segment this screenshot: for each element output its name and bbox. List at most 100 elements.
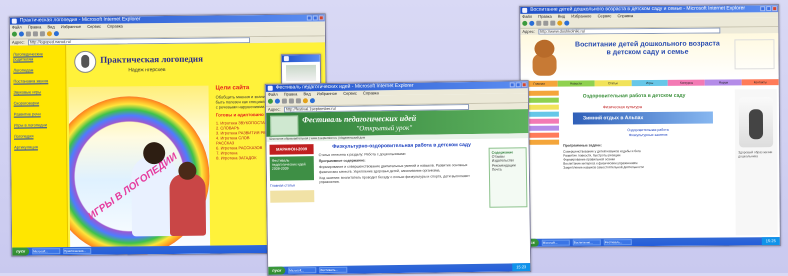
nav-link[interactable]: Развитие речи [14, 111, 63, 116]
minimize-button[interactable] [760, 6, 766, 12]
page-content: Воспитание детей дошкольного возраста в … [520, 33, 780, 239]
system-clock: 15:25 [761, 237, 780, 246]
home-icon[interactable] [295, 98, 301, 104]
stop-icon[interactable] [536, 20, 542, 26]
close-button[interactable] [318, 15, 324, 21]
menu-tools[interactable]: Сервис [343, 91, 357, 96]
banner-title: Фестиваль педагогических идей [302, 113, 417, 125]
body-link[interactable]: Физкультурные занятия [563, 132, 733, 137]
maximize-button[interactable] [515, 82, 521, 88]
right-sidebar-box: Содержание Отзывы Издательство Рекоменда… [488, 147, 528, 208]
hero-photo: ИГРЫ В ЛОГОПЕДИИ [68, 85, 211, 257]
window-title: Практическая логопедия - Microsoft Inter… [19, 16, 141, 24]
minimize-button[interactable] [509, 82, 515, 88]
window-title: Воспитание детей дошкольного возраста в … [530, 5, 746, 13]
close-button[interactable] [772, 6, 778, 12]
search-icon[interactable] [309, 98, 315, 104]
nav-link[interactable]: Логопедам [13, 67, 62, 72]
menu-file[interactable]: Файл [12, 25, 22, 30]
taskbar-button[interactable]: Microsoft... [32, 248, 61, 255]
menu-edit[interactable]: Правка [28, 24, 42, 29]
nav-link[interactable]: Звуковые игры [14, 89, 63, 94]
sidebar-item[interactable]: Почта [492, 167, 524, 172]
nav-tabs: Главная Новости Статьи Игры Конкурсы Фор… [520, 79, 779, 87]
nav-link[interactable]: Логопедические родителям [13, 51, 62, 61]
menu-view[interactable]: Вид [303, 91, 310, 96]
refresh-icon[interactable] [543, 20, 549, 26]
menu-view[interactable]: Вид [47, 24, 54, 29]
tab-item[interactable]: Новости [557, 80, 595, 87]
minimize-button[interactable] [306, 15, 312, 21]
marathon-banner[interactable]: МАРАФОН-2009 [269, 144, 314, 155]
back-icon[interactable] [267, 98, 273, 104]
nav-link[interactable]: Артикуляция [14, 144, 63, 149]
tab-item[interactable]: Контакты [741, 79, 779, 86]
forward-icon[interactable] [274, 98, 280, 104]
search-icon[interactable] [53, 31, 59, 37]
menu-file[interactable]: Файл [522, 14, 532, 19]
forward-icon[interactable] [529, 20, 535, 26]
taskbar-button[interactable]: Microsoft... [541, 239, 570, 246]
search-icon[interactable] [564, 20, 570, 26]
maximize-button[interactable] [312, 15, 318, 21]
promo-block[interactable] [270, 190, 315, 203]
stop-icon[interactable] [25, 31, 31, 37]
teddy-bear-logo [528, 38, 560, 78]
taskbar-button[interactable]: Воспитание... [572, 239, 601, 246]
sidebar-link[interactable]: Главная статья [270, 183, 314, 187]
tab-item[interactable]: Форум [704, 79, 742, 86]
stop-icon[interactable] [281, 98, 287, 104]
window-title: Фестиваль педагогических идей - Microsof… [275, 82, 414, 91]
nav-link[interactable]: Игры в логопедии [14, 122, 63, 127]
menu-tools[interactable]: Сервис [87, 24, 101, 29]
refresh-icon[interactable] [288, 98, 294, 104]
nav-link[interactable]: Логопедия [14, 133, 63, 138]
background-window [280, 53, 322, 87]
taskbar-button[interactable]: Фестиваль... [319, 266, 348, 274]
browser-window-preschool[interactable]: Воспитание детей дошкольного возраста в … [519, 4, 781, 248]
menu-help[interactable]: Справка [617, 13, 633, 18]
browser-window-festival[interactable]: Фестиваль педагогических идей - Microsof… [264, 80, 532, 276]
page-title: Практическая логопедия [100, 53, 203, 65]
menu-help[interactable]: Справка [107, 23, 123, 28]
paragraph-heading: Программные задачи: [563, 143, 602, 148]
favorites-icon[interactable] [302, 98, 308, 104]
start-button[interactable]: пуск [12, 247, 30, 256]
home-icon[interactable] [550, 20, 556, 26]
taskbar-button[interactable]: Фестиваль... [603, 239, 632, 246]
main-body: Оздоровительная работа в детском саду Фи… [563, 89, 734, 236]
favorites-icon[interactable] [46, 31, 52, 37]
menu-view[interactable]: Вид [558, 14, 565, 19]
page-content: Фестиваль педагогических идей "Открытый … [266, 109, 531, 267]
advert-banner[interactable]: Зимний отдых в Альпах [572, 111, 713, 125]
menu-favorites[interactable]: Избранное [61, 24, 81, 29]
title-bar [281, 54, 320, 63]
refresh-icon[interactable] [32, 31, 38, 37]
menu-edit[interactable]: Правка [538, 14, 552, 19]
task-list: Совершенствование у детей навыков ходьбы… [563, 148, 733, 170]
festival-box[interactable]: Фестиваль педагогических идей 2008-2009 [269, 156, 315, 181]
menu-file[interactable]: Файл [268, 92, 278, 97]
menu-help[interactable]: Справка [363, 90, 379, 95]
taskbar: пуск Microsoft... Воспитание... Фестивал… [521, 237, 780, 247]
menu-favorites[interactable]: Избранное [317, 91, 337, 96]
menu-favorites[interactable]: Избранное [571, 13, 591, 18]
close-button[interactable] [521, 82, 527, 88]
system-clock: 15:23 [512, 263, 531, 272]
tab-item[interactable]: Статьи [594, 80, 632, 87]
menu-edit[interactable]: Правка [284, 91, 298, 96]
tab-item[interactable]: Конкурсы [668, 79, 706, 86]
home-icon[interactable] [39, 31, 45, 37]
back-icon[interactable] [11, 31, 17, 37]
tab-item[interactable]: Игры [631, 79, 669, 87]
forward-icon[interactable] [18, 31, 24, 37]
nav-link[interactable]: Постановка звуков [13, 78, 62, 83]
menu-tools[interactable]: Сервис [598, 13, 612, 18]
start-button[interactable]: пуск [268, 266, 286, 275]
favorites-icon[interactable] [557, 20, 563, 26]
back-icon[interactable] [522, 20, 528, 26]
maximize-button[interactable] [766, 6, 772, 12]
taskbar-button[interactable]: Практическая... [63, 247, 92, 255]
ie-icon [11, 18, 17, 24]
nav-link[interactable]: Скороговорки [14, 100, 63, 105]
